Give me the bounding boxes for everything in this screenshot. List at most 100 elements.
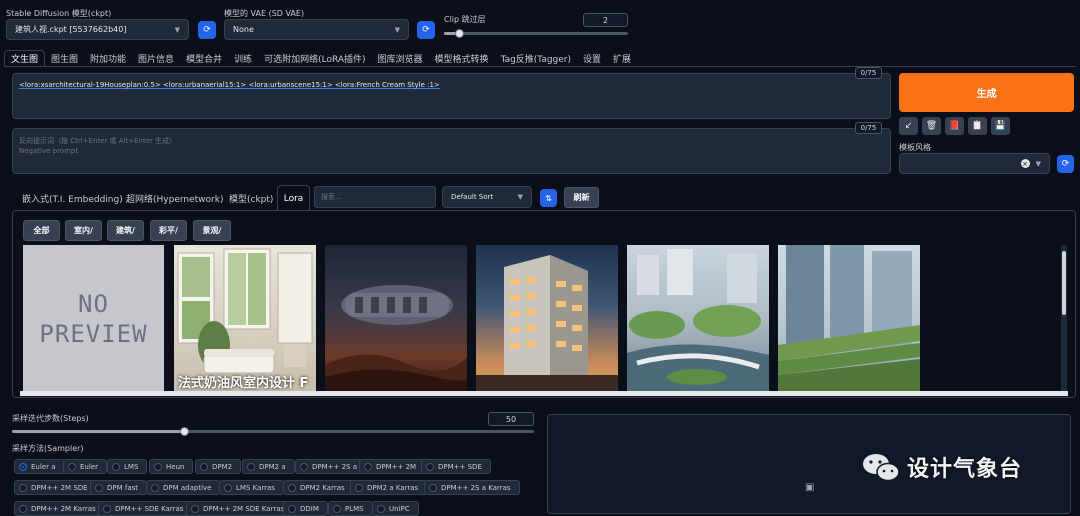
- tab-hypernetwork[interactable]: 超网络(Hypernetwork): [120, 190, 229, 206]
- sort-select[interactable]: Default Sort ▼: [442, 186, 532, 208]
- tab-embedding[interactable]: 嵌入式(T.I. Embedding): [16, 190, 129, 206]
- refresh-button[interactable]: 刷新: [564, 187, 599, 208]
- sampler-option-dpmpp-2m[interactable]: DPM++ 2M: [359, 459, 426, 474]
- clip-skip-slider[interactable]: [444, 29, 628, 38]
- clip-skip-value[interactable]: 2: [583, 13, 628, 27]
- sampler-option-dpmpp-2s-a[interactable]: DPM++ 2S a: [295, 459, 367, 474]
- tab-extras[interactable]: 附加功能: [84, 50, 132, 66]
- tab-txt2img[interactable]: 文生图: [4, 50, 46, 66]
- sampler-option-dpmpp-2s-a-karras[interactable]: DPM++ 2S a Karras: [424, 480, 520, 495]
- tab-settings[interactable]: 设置: [577, 50, 607, 66]
- tab-checkpoint[interactable]: 模型(ckpt): [223, 190, 279, 206]
- filter-interior-button[interactable]: 室内/: [65, 220, 102, 241]
- radio-icon: [288, 483, 296, 492]
- model-select[interactable]: 建筑人视.ckpt [5537662b40] ▼: [6, 19, 189, 40]
- lora-card-no-preview[interactable]: NO PREVIEW: [23, 245, 164, 393]
- negative-prompt-textarea[interactable]: 反向提示词（按 Ctrl+Enter 或 Alt+Enter 生成） Negat…: [12, 128, 891, 174]
- sampler-option-dpmpp-2m-sde-karras[interactable]: DPM++ 2M SDE Karras: [186, 501, 294, 516]
- read-params-button[interactable]: ↙: [899, 117, 918, 135]
- steps-value[interactable]: 50: [488, 412, 534, 426]
- vertical-scrollbar-thumb[interactable]: [1062, 251, 1066, 315]
- radio-icon: [426, 462, 434, 471]
- sampler-option-label: DPM++ 2M SDE: [31, 483, 88, 492]
- main-tabs: 文生图 图生图 附加功能 图片信息 模型合并 训练 可选附加网络(LoRA插件)…: [4, 50, 637, 66]
- clear-prompt-button[interactable]: 🗑: [922, 117, 941, 135]
- vae-select[interactable]: None ▼: [224, 19, 409, 40]
- tab-train[interactable]: 训练: [228, 50, 258, 66]
- save-style-button[interactable]: 💾: [991, 117, 1010, 135]
- sampler-option-dpm-adaptive[interactable]: DPM adaptive: [146, 480, 221, 495]
- tab-model-convert[interactable]: 模型格式转换: [429, 50, 495, 66]
- sampler-option-lms-karras[interactable]: LMS Karras: [219, 480, 284, 495]
- filter-landscape-button[interactable]: 景观/: [193, 220, 231, 241]
- vertical-scrollbar[interactable]: [1061, 245, 1067, 391]
- sampler-option-label: LMS Karras: [236, 483, 275, 492]
- sampler-option-label: DDIM: [300, 504, 319, 513]
- lora-card-scifi[interactable]: [325, 245, 467, 393]
- filter-colorplan-button[interactable]: 彩平/: [150, 220, 187, 241]
- radio-icon: [151, 483, 159, 492]
- lora-card-terraced-tower[interactable]: [778, 245, 920, 393]
- radio-icon: [112, 462, 120, 471]
- sampler-option-unipc[interactable]: UniPC: [372, 501, 419, 516]
- tab-lora[interactable]: Lora: [277, 185, 310, 211]
- sampler-option-dpmpp-2m-sde[interactable]: DPM++ 2M SDE: [14, 480, 97, 495]
- sampler-option-dpm2-karras[interactable]: DPM2 Karras: [283, 480, 354, 495]
- sampler-label: 采样方法(Sampler): [12, 444, 84, 453]
- clipboard-icon: 📋: [971, 121, 984, 131]
- radio-icon: [154, 462, 162, 471]
- sampler-option-label: DPM++ 2S a Karras: [441, 483, 511, 492]
- tab-additional-networks[interactable]: 可选附加网络(LoRA插件): [258, 50, 371, 66]
- tab-tagger[interactable]: Tag反推(Tagger): [495, 50, 577, 66]
- radio-selected-icon: [19, 462, 27, 471]
- sort-direction-button[interactable]: ⇅: [540, 189, 557, 207]
- sampler-option-euler[interactable]: Euler: [63, 459, 107, 474]
- refresh-vae-button[interactable]: ⟳: [417, 21, 435, 39]
- steps-slider-thumb[interactable]: [180, 427, 190, 436]
- sampler-option-plms[interactable]: PLMS: [328, 501, 373, 516]
- sampler-option-ddim[interactable]: DDIM: [283, 501, 328, 516]
- apply-style-button[interactable]: 📋: [968, 117, 987, 135]
- sampler-option-dpm2-a[interactable]: DPM2 a: [242, 459, 295, 474]
- sampler-option-dpm2[interactable]: DPM2: [195, 459, 242, 474]
- radio-icon: [224, 483, 232, 492]
- lora-card-tower[interactable]: [476, 245, 618, 393]
- sampler-option-dpmpp-sde[interactable]: DPM++ SDE: [421, 459, 491, 474]
- tab-png-info[interactable]: 图片信息: [132, 50, 180, 66]
- prompt-textarea[interactable]: <lora:xsarchitectural-19Houseplan:0.5> <…: [12, 73, 891, 119]
- search-input[interactable]: 搜索...: [314, 186, 436, 208]
- sampler-option-dpm-fast[interactable]: DPM fast: [90, 480, 148, 495]
- tab-merge[interactable]: 模型合并: [180, 50, 228, 66]
- negative-prompt-placeholder-en: Negative prompt: [19, 147, 79, 155]
- sampler-option-label: DPM++ 2M SDE Karras: [203, 504, 285, 513]
- sampler-option-dpmpp-sde-karras[interactable]: DPM++ SDE Karras: [98, 501, 193, 516]
- tab-extensions[interactable]: 扩展: [607, 50, 637, 66]
- radio-icon: [247, 462, 255, 471]
- generate-button[interactable]: 生成: [899, 73, 1074, 112]
- chevron-down-icon: ▼: [1035, 159, 1041, 168]
- refresh-models-button[interactable]: ⟳: [198, 21, 216, 39]
- steps-slider[interactable]: [12, 427, 534, 436]
- sampler-option-dpm2-a-karras[interactable]: DPM2 a Karras: [350, 480, 428, 495]
- show-extra-networks-button[interactable]: 📕: [945, 117, 964, 135]
- sampler-option-euler-a[interactable]: Euler a: [14, 459, 65, 474]
- filter-architecture-button[interactable]: 建筑/: [107, 220, 144, 241]
- sampler-option-heun[interactable]: Heun: [149, 459, 194, 474]
- horizontal-scrollbar[interactable]: [20, 391, 1068, 396]
- sampler-option-lms[interactable]: LMS: [107, 459, 148, 474]
- tab-image-browser[interactable]: 图库浏览器: [372, 50, 429, 66]
- refresh-styles-button[interactable]: ⟳: [1057, 155, 1074, 173]
- refresh-icon: ⟳: [1061, 159, 1070, 169]
- sampler-option-label: DPM++ SDE: [438, 462, 482, 471]
- sampler-option-dpmpp-2m-karras[interactable]: DPM++ 2M Karras: [14, 501, 105, 516]
- lora-card-interior[interactable]: 法式奶油风室内设计 F: [174, 245, 316, 393]
- clear-icon[interactable]: ×: [1020, 159, 1030, 168]
- radio-icon: [288, 504, 296, 513]
- tower-thumbnail: [476, 255, 618, 393]
- watermark-text: 设计气象台: [907, 457, 1023, 482]
- lora-card-urban-aerial[interactable]: [627, 245, 769, 393]
- tab-img2img[interactable]: 图生图: [45, 50, 84, 66]
- clip-skip-slider-thumb[interactable]: [454, 29, 464, 38]
- style-select[interactable]: × ▼: [899, 153, 1050, 174]
- filter-all-button[interactable]: 全部: [23, 220, 60, 241]
